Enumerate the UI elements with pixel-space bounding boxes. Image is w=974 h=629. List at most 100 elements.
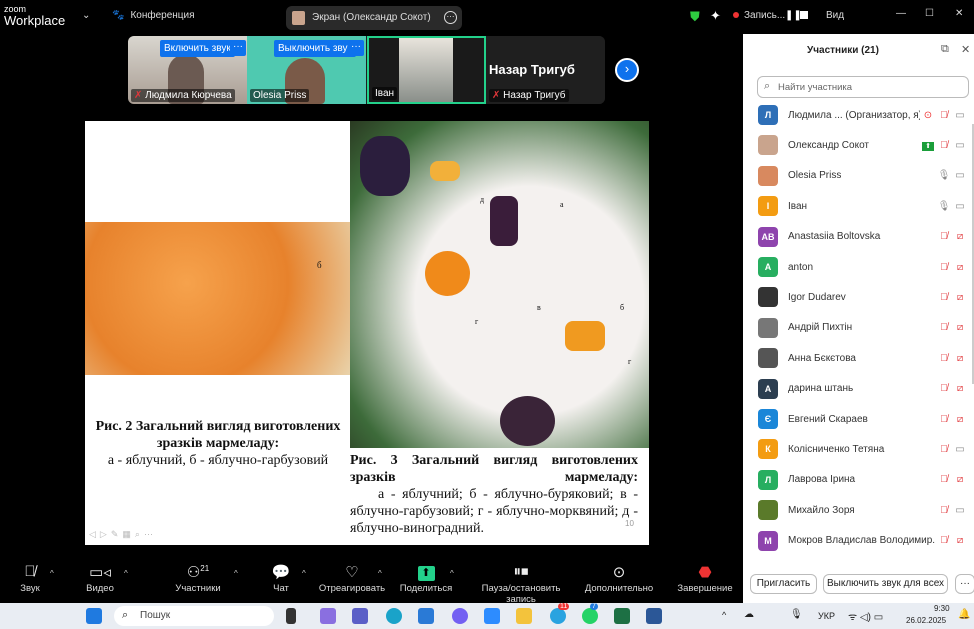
participant-row[interactable]: Olesia Priss 🎙 ▭ — [758, 164, 968, 188]
mic-muted-icon[interactable]: 🎙̸ — [936, 383, 952, 394]
chat-button[interactable]: 💬 Чат — [266, 563, 296, 594]
video-caret-icon[interactable]: ^ — [124, 569, 128, 578]
video-off-icon[interactable]: ⧄ — [952, 231, 968, 242]
mic-muted-icon[interactable]: 🎙̸ — [936, 231, 952, 242]
search-participant-input[interactable]: ⌕ Найти участника — [757, 76, 969, 98]
video-icon[interactable]: ▭ — [952, 444, 968, 455]
video-off-icon[interactable]: ⧄ — [952, 474, 968, 485]
share-caret-icon[interactable]: ^ — [450, 569, 454, 578]
telegram-icon[interactable]: 11 — [550, 603, 570, 624]
video-off-icon[interactable]: ⧄ — [952, 353, 968, 364]
video-icon[interactable]: ▭ — [952, 201, 968, 212]
notification-icon[interactable]: 🔔 — [958, 609, 970, 620]
participant-row[interactable]: Михайло Зоря 🎙̸ ▭ — [758, 498, 968, 522]
grid-icon[interactable]: ▦ — [122, 529, 131, 540]
zoom-icon[interactable] — [484, 608, 500, 624]
video-tile-active-speaker[interactable]: Іван — [367, 36, 486, 104]
audio-caret-icon[interactable]: ^ — [50, 569, 54, 578]
video-off-icon[interactable]: ⧄ — [952, 262, 968, 273]
participant-row[interactable]: AB Anastasiia Boltovska 🎙̸ ⧄ — [758, 225, 968, 249]
video-off-icon[interactable]: ⧄ — [952, 383, 968, 394]
clock-time[interactable]: 9:30 — [934, 604, 950, 613]
video-tile[interactable]: Выключить звук ··· Olesia Priss — [247, 36, 366, 104]
screen-share-pill[interactable]: Экран (Олександр Сокот) ··· — [286, 6, 462, 30]
participants-caret-icon[interactable]: ^ — [234, 569, 238, 578]
maximize-icon[interactable]: ☐ — [925, 8, 934, 19]
participant-row[interactable]: Є Евгений Скараев 🎙̸ ⧄ — [758, 407, 968, 431]
meeting-info-button[interactable]: 🐾 Конференция — [112, 10, 195, 21]
explorer-icon[interactable] — [516, 608, 532, 624]
copilot-icon[interactable] — [320, 608, 336, 624]
react-button[interactable]: ♡ Отреагировать — [318, 563, 386, 594]
unmute-button[interactable]: Включить звук — [160, 40, 235, 57]
video-off-icon[interactable]: ⧄ — [952, 535, 968, 546]
mic-muted-icon[interactable]: 🎙̸ — [936, 262, 952, 273]
store-icon[interactable] — [418, 608, 434, 624]
participant-row[interactable]: Aanton 🎙̸ ⧄ — [758, 255, 968, 279]
shield-icon[interactable]: ⛊ — [690, 9, 700, 25]
video-tile[interactable]: Назар Тригуб ✗ Назар Тригуб — [486, 36, 605, 104]
whatsapp-icon[interactable]: 7 — [582, 603, 598, 624]
app-menu-chevron-icon[interactable]: ⌄ — [82, 10, 90, 21]
viber-icon[interactable] — [452, 608, 468, 624]
minimize-icon[interactable]: — — [896, 8, 906, 19]
view-button[interactable]: Вид — [826, 10, 844, 21]
language-indicator[interactable]: УКР — [818, 611, 835, 621]
start-icon[interactable] — [86, 608, 102, 624]
more-button[interactable]: ⊙ Дополнительно — [584, 563, 654, 594]
video-icon[interactable]: ▭ — [952, 140, 968, 151]
mic-muted-icon[interactable]: 🎙̸ — [936, 444, 952, 455]
video-button[interactable]: ▭◃ Видео — [80, 563, 120, 594]
record-control-button[interactable]: ⏸⏹ Пауза/остановить запись — [466, 563, 576, 605]
participant-row[interactable]: Анна Бєкєтова 🎙̸ ⧄ — [758, 346, 968, 370]
clock-date[interactable]: 26.02.2025 — [906, 616, 946, 625]
more-icon[interactable]: ⋯ — [144, 529, 153, 540]
video-icon[interactable]: ▭ — [952, 110, 968, 121]
video-off-icon[interactable]: ⧄ — [952, 322, 968, 333]
participant-row[interactable]: Адарина штань 🎙̸ ⧄ — [758, 377, 968, 401]
zoom-icon[interactable]: ⌕ — [135, 529, 140, 540]
participants-button[interactable]: ⚇21 Участники — [172, 563, 224, 594]
react-caret-icon[interactable]: ^ — [378, 569, 382, 578]
panel-more-button[interactable]: ··· — [955, 574, 974, 594]
participant-row[interactable]: Андрій Пихтін 🎙̸ ⧄ — [758, 316, 968, 340]
tray-chevron-icon[interactable]: ^ — [722, 610, 726, 620]
share-button[interactable]: ⬆ Поделиться — [398, 563, 454, 594]
tile-more-button[interactable]: ··· — [348, 40, 364, 56]
end-button[interactable]: ⬣ Завершение — [676, 563, 734, 594]
teams-icon[interactable] — [352, 608, 368, 624]
participant-row[interactable]: К Колісниченко Тетяна 🎙̸ ▭ — [758, 437, 968, 461]
close-icon[interactable]: ✕ — [955, 8, 963, 19]
mic-muted-icon[interactable]: 🎙̸ — [936, 140, 952, 151]
participant-row[interactable]: Олександр Сокот ⬆ 🎙̸ ▭ — [758, 133, 968, 157]
video-off-icon[interactable]: ⧄ — [952, 414, 968, 425]
mic-icon[interactable]: 🎙 — [936, 201, 952, 212]
invite-button[interactable]: Пригласить — [750, 574, 817, 594]
stop-record-icon[interactable] — [800, 11, 808, 19]
pen-icon[interactable]: ✎ — [111, 529, 119, 540]
mic-muted-icon[interactable]: 🎙̸ — [936, 505, 952, 516]
prev-slide-icon[interactable]: ◁ — [89, 529, 96, 540]
mute-button[interactable]: Выключить звук — [274, 40, 356, 57]
next-page-arrow-icon[interactable]: › — [615, 58, 639, 82]
taskview-icon[interactable] — [286, 608, 296, 624]
participant-row[interactable]: М Мокров Владислав Володимир... 🎙̸ ⧄ — [758, 529, 968, 553]
participant-row[interactable]: Igor Dudarev 🎙̸ ⧄ — [758, 285, 968, 309]
mic-muted-icon[interactable]: 🎙̸ — [936, 535, 952, 546]
video-icon[interactable]: ▭ — [952, 505, 968, 516]
word-icon[interactable] — [646, 608, 662, 624]
ai-sparkle-icon[interactable]: ✦ — [710, 8, 721, 24]
video-icon[interactable]: ▭ — [952, 170, 968, 181]
mic-muted-icon[interactable]: 🎙̸ — [936, 474, 952, 485]
mic-icon[interactable]: 🎙 — [936, 170, 952, 181]
mic-muted-icon[interactable]: 🎙̸ — [936, 414, 952, 425]
close-panel-icon[interactable]: ✕ — [961, 43, 970, 56]
edge-icon[interactable] — [386, 608, 402, 624]
mic-muted-icon[interactable]: 🎙̸ — [936, 110, 952, 121]
next-slide-icon[interactable]: ▷ — [100, 529, 107, 540]
participant-row[interactable]: І Іван 🎙 ▭ — [758, 194, 968, 218]
popout-icon[interactable]: ⧉ — [941, 43, 949, 56]
participant-row[interactable]: Л Людмила ... (Организатор, я) ⊙ 🎙̸ ▭ — [758, 103, 968, 127]
more-options-icon[interactable]: ··· — [444, 11, 457, 24]
mic-tray-icon[interactable]: 🎙 — [790, 609, 803, 620]
